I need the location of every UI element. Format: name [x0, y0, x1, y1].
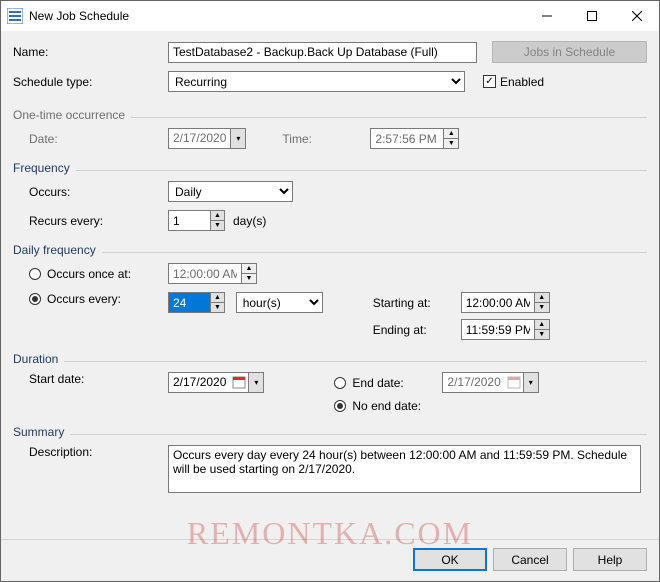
- help-button[interactable]: Help: [573, 548, 647, 571]
- cancel-button[interactable]: Cancel: [493, 548, 567, 571]
- no-end-date-radio[interactable]: No end date:: [334, 399, 421, 413]
- spin-down-icon[interactable]: ▼: [535, 330, 549, 339]
- recurs-every-spinner[interactable]: ▲▼: [168, 210, 225, 231]
- titlebar: New Job Schedule: [1, 1, 659, 31]
- occurs-every-spinner[interactable]: ▲▼: [168, 292, 225, 313]
- spin-down-icon[interactable]: ▼: [211, 221, 224, 230]
- duration-group-label: Duration: [13, 352, 58, 366]
- starting-at-label: Starting at:: [373, 296, 461, 310]
- maximize-button[interactable]: [569, 1, 614, 31]
- ok-button[interactable]: OK: [413, 548, 487, 571]
- daily-frequency-group-label: Daily frequency: [13, 243, 96, 257]
- name-input[interactable]: [168, 42, 477, 63]
- description-textarea[interactable]: Occurs every day every 24 hour(s) betwee…: [168, 445, 641, 493]
- spin-down-icon[interactable]: ▼: [535, 303, 549, 312]
- enabled-label: Enabled: [500, 75, 544, 89]
- date-label: Date:: [29, 132, 168, 146]
- end-date-picker: 2/17/2020 ▾: [442, 372, 538, 393]
- time-label: Time:: [282, 132, 370, 146]
- ending-at-input[interactable]: ▲▼: [461, 319, 550, 340]
- radio-icon: [29, 268, 41, 280]
- spin-up-icon[interactable]: ▲: [211, 293, 224, 303]
- name-label: Name:: [13, 45, 168, 59]
- radio-icon: [334, 377, 346, 389]
- spin-down-icon[interactable]: ▼: [211, 303, 224, 312]
- ending-at-label: Ending at:: [373, 323, 461, 337]
- minimize-button[interactable]: [524, 1, 569, 31]
- one-time-time-input: ▲▼: [370, 128, 459, 149]
- dialog-footer: OK Cancel Help: [1, 539, 659, 581]
- summary-group-label: Summary: [13, 425, 64, 439]
- end-date-radio[interactable]: End date:: [334, 376, 442, 390]
- app-icon: [7, 8, 23, 24]
- schedule-type-select[interactable]: Recurring: [168, 71, 465, 92]
- radio-icon: [29, 293, 41, 305]
- days-unit-label: day(s): [233, 214, 266, 228]
- spin-up-icon: ▲: [242, 264, 256, 274]
- recurs-every-label: Recurs every:: [29, 214, 168, 228]
- spin-up-icon[interactable]: ▲: [535, 320, 549, 330]
- spin-up-icon[interactable]: ▲: [211, 211, 224, 221]
- chevron-down-icon: ▾: [248, 373, 263, 392]
- window-title: New Job Schedule: [29, 9, 524, 23]
- occurs-label: Occurs:: [29, 185, 168, 199]
- start-date-label: Start date:: [29, 372, 168, 386]
- one-time-group-label: One-time occurrence: [13, 108, 125, 122]
- radio-icon: [334, 400, 346, 412]
- description-label: Description:: [29, 445, 168, 493]
- occurs-every-radio[interactable]: Occurs every:: [29, 292, 168, 306]
- spin-up-icon[interactable]: ▲: [535, 293, 549, 303]
- check-icon: ✓: [483, 75, 496, 88]
- start-date-picker[interactable]: 2/17/2020 ▾: [168, 372, 264, 393]
- calendar-icon: [507, 375, 521, 389]
- occurs-once-time-input: ▲▼: [168, 263, 257, 284]
- frequency-group-label: Frequency: [13, 161, 70, 175]
- chevron-down-icon: ▾: [523, 373, 538, 392]
- close-button[interactable]: [614, 1, 659, 31]
- starting-at-input[interactable]: ▲▼: [461, 292, 550, 313]
- schedule-type-label: Schedule type:: [13, 75, 168, 89]
- occurs-every-unit-select[interactable]: hour(s): [236, 292, 323, 313]
- jobs-in-schedule-button[interactable]: Jobs in Schedule: [492, 41, 647, 63]
- occurs-once-radio[interactable]: Occurs once at:: [29, 267, 168, 281]
- occurs-select[interactable]: Daily: [168, 181, 293, 202]
- enabled-checkbox[interactable]: ✓ Enabled: [483, 75, 544, 89]
- spin-down-icon: ▼: [242, 274, 256, 283]
- dialog-window: New Job Schedule Name: Jobs in Schedule …: [0, 0, 660, 582]
- calendar-icon: [232, 375, 246, 389]
- one-time-date-picker: 2/17/2020▾: [168, 128, 246, 149]
- spin-up-icon: ▲: [444, 129, 458, 139]
- spin-down-icon: ▼: [444, 139, 458, 148]
